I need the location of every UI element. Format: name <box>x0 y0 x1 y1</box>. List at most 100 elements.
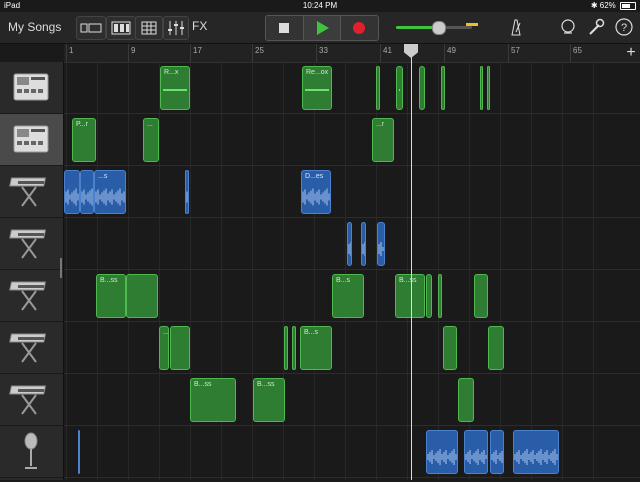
midi-region[interactable] <box>170 326 190 370</box>
waveform <box>491 450 503 464</box>
stop-button[interactable] <box>266 16 304 40</box>
midi-region[interactable] <box>487 66 490 110</box>
midi-region[interactable]: ... <box>143 118 159 162</box>
midi-region[interactable]: ... <box>159 326 169 370</box>
midi-region[interactable] <box>443 326 457 370</box>
stop-icon <box>279 23 289 33</box>
midi-region[interactable]: B...s <box>300 326 332 370</box>
track-header-drum-machine-2[interactable] <box>0 114 63 166</box>
audio-region[interactable] <box>513 430 559 474</box>
midi-region[interactable] <box>292 326 296 370</box>
audio-region[interactable] <box>64 170 80 214</box>
audio-region[interactable] <box>490 430 504 474</box>
track-header-keyboard-4[interactable] <box>0 322 63 374</box>
record-button[interactable] <box>341 16 378 40</box>
my-songs-button[interactable]: My Songs <box>8 20 61 34</box>
tracks-view-icon <box>111 21 131 35</box>
waveform <box>65 188 79 206</box>
waveform <box>81 188 93 206</box>
midi-region[interactable]: B...ss <box>190 378 236 422</box>
midi-region[interactable]: R...x <box>160 66 190 110</box>
loop-browser-icon[interactable] <box>558 17 578 37</box>
ruler-bar-number: 25 <box>255 46 264 55</box>
track-lane-keyboard-5[interactable]: B...ss B...ss <box>64 374 640 426</box>
header-resize-handle[interactable] <box>60 258 62 278</box>
track-lane-drum-machine-2[interactable]: P...r... ...r <box>64 114 640 166</box>
grid-view-button[interactable] <box>135 16 163 40</box>
waveform <box>427 449 457 465</box>
track-lane-microphone[interactable] <box>64 426 640 478</box>
midi-region[interactable]: B...s <box>332 274 364 318</box>
add-section-button[interactable]: + <box>624 44 638 62</box>
midi-region[interactable]: B...ss <box>96 274 126 318</box>
midi-note-bar <box>163 89 187 91</box>
track-lane-keyboard-1[interactable]: ...s D...es <box>64 166 640 218</box>
midi-region[interactable] <box>480 66 483 110</box>
audio-region[interactable] <box>464 430 488 474</box>
audio-region[interactable] <box>377 222 385 266</box>
midi-region[interactable]: B...ss <box>253 378 285 422</box>
drum-machine-icon <box>13 125 49 153</box>
region-label: ... <box>147 121 153 128</box>
audio-region[interactable] <box>185 170 189 214</box>
ruler-bar-number: 33 <box>319 46 328 55</box>
track-headers <box>0 62 64 480</box>
midi-region[interactable] <box>376 66 380 110</box>
track-lane-keyboard-2[interactable] <box>64 218 640 270</box>
fx-button[interactable]: FX <box>188 16 212 38</box>
track-header-keyboard-2[interactable] <box>0 218 63 270</box>
mixer-button[interactable] <box>163 16 189 40</box>
volume-knob[interactable] <box>431 21 446 35</box>
midi-region[interactable]: B...ss <box>395 274 425 318</box>
track-lane-drum-machine-1[interactable]: R...x Re...ox <box>64 62 640 114</box>
waveform <box>186 191 188 203</box>
transport-controls <box>265 15 379 41</box>
midi-region[interactable] <box>474 274 488 318</box>
keyboard-icon <box>9 385 47 415</box>
ruler-bar-number: 1 <box>69 46 74 55</box>
midi-region[interactable] <box>126 274 158 318</box>
track-header-microphone[interactable] <box>0 426 63 478</box>
track-header-drum-machine-1[interactable] <box>0 62 63 114</box>
audio-region[interactable]: D...es <box>301 170 331 214</box>
audio-region[interactable] <box>80 170 94 214</box>
ruler-bar-number: 41 <box>383 46 392 55</box>
battery-percent: 62% <box>599 1 616 10</box>
midi-region[interactable] <box>441 66 445 110</box>
ruler-tick <box>128 44 129 62</box>
master-volume-slider[interactable] <box>396 21 472 35</box>
tracks-view-button[interactable] <box>106 16 136 40</box>
grid-icon <box>141 21 157 35</box>
audio-region[interactable] <box>426 430 458 474</box>
bluetooth-icon: ✱ <box>590 1 598 10</box>
region-label: ... <box>163 329 169 336</box>
track-header-keyboard-5[interactable] <box>0 374 63 426</box>
play-button[interactable] <box>303 16 342 40</box>
audio-region[interactable] <box>78 430 80 474</box>
audio-region[interactable]: ...s <box>94 170 126 214</box>
browser-view-button[interactable] <box>76 16 106 40</box>
midi-region[interactable] <box>284 326 288 370</box>
midi-region[interactable]: ...r <box>372 118 394 162</box>
midi-region[interactable]: Re...ox <box>302 66 332 110</box>
timeline-ruler[interactable]: 1 9 17 25 33 41 49 57 65 <box>64 44 640 63</box>
midi-region[interactable]: P...r <box>72 118 96 162</box>
track-header-keyboard-3[interactable] <box>0 270 63 322</box>
ruler-bar-number: 49 <box>447 46 456 55</box>
audio-region[interactable] <box>347 222 352 266</box>
audio-region[interactable] <box>361 222 366 266</box>
midi-region[interactable] <box>438 274 442 318</box>
metronome-icon[interactable] <box>506 17 526 37</box>
track-lane-keyboard-3[interactable]: B...ss B...s B...ss <box>64 270 640 322</box>
ruler-tick <box>508 44 509 62</box>
midi-region[interactable] <box>396 66 403 110</box>
midi-region[interactable] <box>458 378 474 422</box>
track-lane-keyboard-4[interactable]: ... B...s <box>64 322 640 374</box>
settings-wrench-icon[interactable] <box>586 17 606 37</box>
track-header-keyboard-1[interactable] <box>0 166 63 218</box>
keyboard-icon <box>9 281 47 311</box>
midi-region[interactable] <box>419 66 425 110</box>
midi-region[interactable] <box>488 326 504 370</box>
help-icon[interactable]: ? <box>614 17 634 37</box>
midi-region[interactable] <box>426 274 432 318</box>
